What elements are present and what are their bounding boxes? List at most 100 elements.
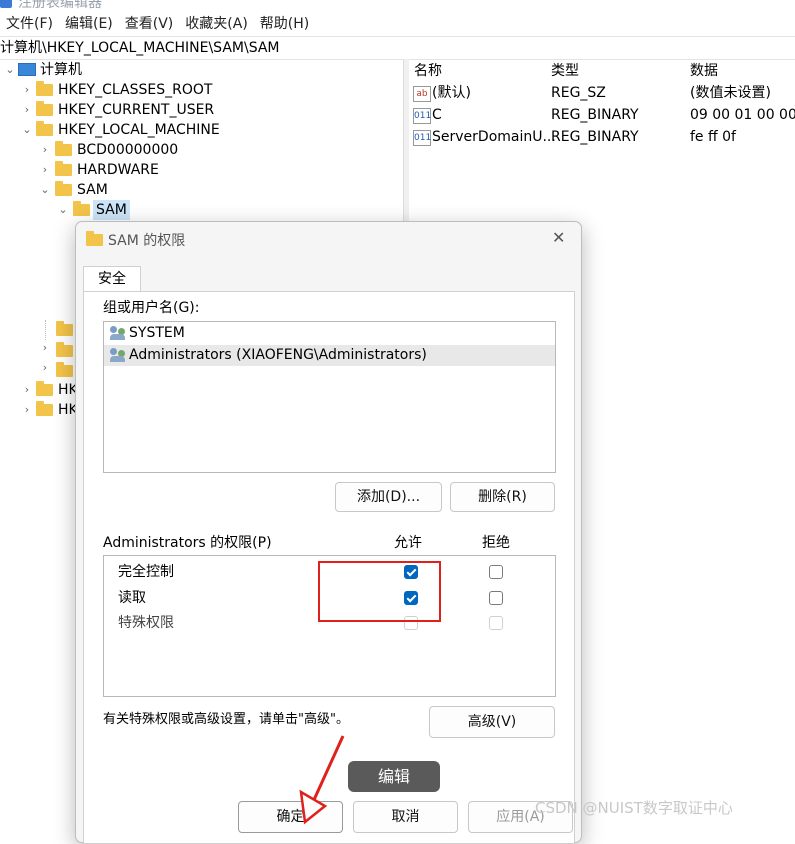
principal-name: SYSTEM bbox=[129, 325, 185, 341]
window-title-bar: 注册表编辑器 bbox=[0, 0, 795, 10]
tree-item-hk-partial[interactable]: › HK bbox=[0, 380, 76, 400]
cancel-button[interactable]: 取消 bbox=[353, 801, 458, 833]
folder-icon bbox=[36, 401, 53, 416]
value-type: REG_BINARY bbox=[551, 129, 639, 145]
chevron-right-icon[interactable]: › bbox=[39, 160, 51, 180]
chevron-right-icon[interactable]: › bbox=[39, 140, 51, 160]
folder-icon bbox=[56, 321, 73, 336]
value-data: fe ff 0f bbox=[690, 129, 736, 145]
string-value-icon: ab bbox=[413, 86, 431, 102]
value-type: REG_BINARY bbox=[551, 107, 639, 123]
binary-value-icon: 011 bbox=[413, 108, 431, 124]
folder-icon bbox=[73, 201, 90, 216]
value-data: (数值未设置) bbox=[690, 85, 771, 101]
permission-name: 完全控制 bbox=[118, 564, 174, 580]
menu-view[interactable]: 查看(V) bbox=[125, 13, 174, 33]
tree-item-hardware[interactable]: › HARDWARE bbox=[0, 160, 400, 180]
menu-edit[interactable]: 编辑(E) bbox=[65, 13, 113, 33]
menu-file[interactable]: 文件(F) bbox=[6, 13, 53, 33]
dialog-title-bar[interactable]: SAM 的权限 ✕ bbox=[76, 222, 581, 256]
tab-security[interactable]: 安全 bbox=[83, 266, 141, 293]
principal-name: Administrators (XIAOFENG\Administrators) bbox=[129, 347, 427, 363]
folder-icon bbox=[36, 101, 53, 116]
advanced-button[interactable]: 高级(V) bbox=[429, 706, 555, 738]
tree-item-hkcr[interactable]: › HKEY_CLASSES_ROOT bbox=[0, 80, 400, 100]
menu-favorites[interactable]: 收藏夹(A) bbox=[185, 13, 248, 33]
annotation-label: 编辑 bbox=[348, 761, 440, 792]
tree-item-label: HKEY_CURRENT_USER bbox=[58, 102, 215, 118]
tree-item-label: BCD00000000 bbox=[77, 142, 179, 158]
tree-item-label: HKEY_CLASSES_ROOT bbox=[58, 82, 213, 98]
column-header-name[interactable]: 名称 bbox=[414, 61, 442, 81]
users-icon bbox=[110, 326, 126, 340]
tree-item-computer[interactable]: ⌄ 计算机 bbox=[0, 60, 400, 80]
tree-item-sam[interactable]: ⌄ SAM bbox=[0, 180, 400, 200]
value-data: 09 00 01 00 00 bbox=[690, 107, 795, 123]
tree-item-label: HK bbox=[58, 402, 76, 418]
folder-icon bbox=[55, 161, 72, 176]
folder-icon bbox=[36, 121, 53, 136]
folder-icon bbox=[36, 81, 53, 96]
folder-icon bbox=[56, 362, 73, 377]
annotation-arrow-icon bbox=[299, 735, 345, 825]
regedit-app-icon bbox=[0, 0, 12, 8]
tree-item-hk-partial[interactable]: › HK bbox=[0, 400, 76, 420]
list-item[interactable]: 011 ServerDomainU... REG_BINARY fe ff 0f bbox=[408, 126, 795, 148]
remove-button[interactable]: 删除(R) bbox=[450, 482, 555, 512]
value-type: REG_SZ bbox=[551, 85, 606, 101]
tree-item-label: HK bbox=[58, 382, 76, 398]
close-icon[interactable]: ✕ bbox=[552, 228, 565, 247]
users-icon bbox=[110, 348, 126, 362]
address-bar[interactable]: 计算机\HKEY_LOCAL_MACHINE\SAM\SAM bbox=[0, 36, 795, 60]
list-item[interactable]: SYSTEM bbox=[104, 323, 555, 344]
permissions-label: Administrators 的权限(P) bbox=[103, 535, 272, 551]
tree-item-label: HKEY_LOCAL_MACHINE bbox=[58, 122, 220, 138]
chevron-down-icon[interactable]: ⌄ bbox=[4, 60, 16, 80]
chevron-right-icon[interactable]: › bbox=[21, 100, 33, 120]
chevron-down-icon[interactable]: ⌄ bbox=[57, 200, 69, 220]
value-name: (默认) bbox=[432, 85, 471, 101]
value-name: C bbox=[432, 107, 442, 123]
highlight-box bbox=[318, 561, 441, 622]
chevron-right-icon[interactable]: › bbox=[39, 361, 51, 381]
chevron-right-icon[interactable]: › bbox=[21, 380, 33, 400]
list-item[interactable]: ab (默认) REG_SZ (数值未设置) bbox=[408, 82, 795, 104]
folder-icon bbox=[86, 231, 103, 246]
watermark: CSDN @NUIST数字取证中心 bbox=[535, 799, 733, 817]
window-title: 注册表编辑器 bbox=[18, 0, 102, 10]
column-header-data[interactable]: 数据 bbox=[690, 61, 718, 81]
chevron-right-icon[interactable]: › bbox=[21, 80, 33, 100]
allow-column-label: 允许 bbox=[394, 535, 422, 551]
chevron-down-icon[interactable]: ⌄ bbox=[21, 120, 33, 140]
deny-read-checkbox[interactable] bbox=[489, 591, 503, 605]
permission-name: 读取 bbox=[118, 590, 146, 606]
deny-special-checkbox bbox=[489, 616, 503, 630]
chevron-down-icon[interactable]: ⌄ bbox=[39, 180, 51, 200]
column-header-type[interactable]: 类型 bbox=[551, 61, 579, 81]
folder-icon bbox=[55, 181, 72, 196]
computer-icon bbox=[18, 63, 36, 76]
add-button[interactable]: 添加(D)... bbox=[335, 482, 442, 512]
value-name: ServerDomainU... bbox=[432, 129, 556, 145]
chevron-right-icon[interactable]: › bbox=[39, 341, 51, 361]
folder-icon bbox=[56, 342, 73, 357]
chevron-right-icon[interactable]: › bbox=[21, 400, 33, 420]
list-item[interactable]: 011 C REG_BINARY 09 00 01 00 00 bbox=[408, 104, 795, 126]
tree-item-label: HARDWARE bbox=[77, 162, 159, 178]
menu-help[interactable]: 帮助(H) bbox=[260, 13, 309, 33]
tree-item-label-selected: SAM bbox=[93, 200, 130, 220]
tree-item-bcd[interactable]: › BCD00000000 bbox=[0, 140, 400, 160]
deny-column-label: 拒绝 bbox=[482, 535, 510, 551]
folder-icon bbox=[55, 141, 72, 156]
permission-name: 特殊权限 bbox=[118, 615, 174, 631]
tree-item-hklm[interactable]: ⌄ HKEY_LOCAL_MACHINE bbox=[0, 120, 400, 140]
tree-item-label: SAM bbox=[77, 182, 108, 198]
tree-item-sam-sam[interactable]: ⌄ SAM bbox=[0, 200, 400, 220]
list-item-selected[interactable]: Administrators (XIAOFENG\Administrators) bbox=[104, 345, 555, 366]
tree-item-hkcu[interactable]: › HKEY_CURRENT_USER bbox=[0, 100, 400, 120]
menu-bar: 文件(F) 编辑(E) 查看(V) 收藏夹(A) 帮助(H) bbox=[0, 10, 795, 35]
folder-icon bbox=[36, 381, 53, 396]
dialog-title: SAM 的权限 bbox=[108, 233, 186, 249]
tree-item-label: 计算机 bbox=[40, 62, 82, 78]
deny-full-control-checkbox[interactable] bbox=[489, 565, 503, 579]
